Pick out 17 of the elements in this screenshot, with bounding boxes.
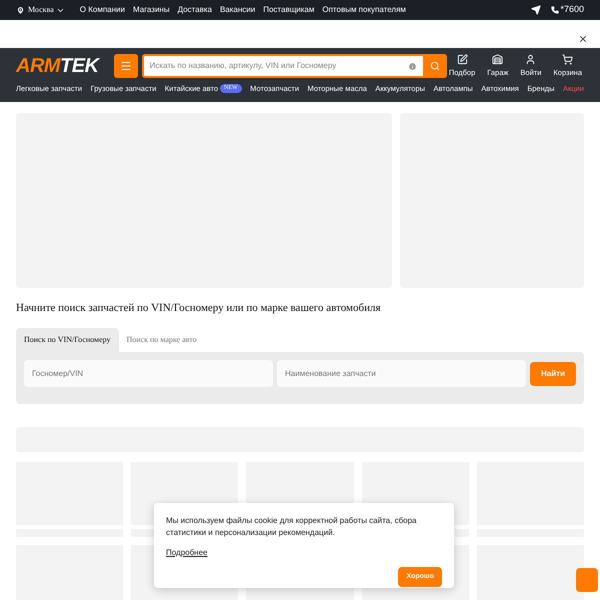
top-link[interactable]: Магазины (132, 4, 170, 16)
top-link[interactable]: Поставщикам (263, 4, 314, 16)
logo[interactable]: ARMTEK (16, 56, 114, 76)
city-selector[interactable]: Москва (28, 4, 65, 16)
cookie-text: Мы используем файлы cookie для корректной работы сайта, сбора статистики и персонализации рекомендаций. (166, 515, 418, 539)
input-field[interactable]: Наименование запчасти (277, 360, 526, 386)
details-link[interactable]: Подробнее (166, 548, 208, 557)
input-field[interactable]: Госномер/VIN (24, 360, 273, 386)
top-link[interactable]: Оптовым покупателям (322, 4, 406, 16)
top-link[interactable]: О Компании (80, 4, 125, 16)
section-heading: Начните поиск запчастей по VIN/Госномеру или по марке вашего автомобиля (16, 301, 382, 316)
top-link[interactable]: Доставка (178, 4, 212, 16)
top-link[interactable]: Вакансии (220, 4, 256, 16)
search-tab[interactable]: Поиск по VIN/Госномеру (16, 328, 119, 352)
search-input[interactable]: Искать по названию, артикулу, VIN или Госномеру (150, 60, 408, 72)
phone-link[interactable]: *7600 (551, 3, 584, 17)
search-field[interactable]: Искать по названию, артикулу, VIN или Госномеру (142, 54, 423, 78)
